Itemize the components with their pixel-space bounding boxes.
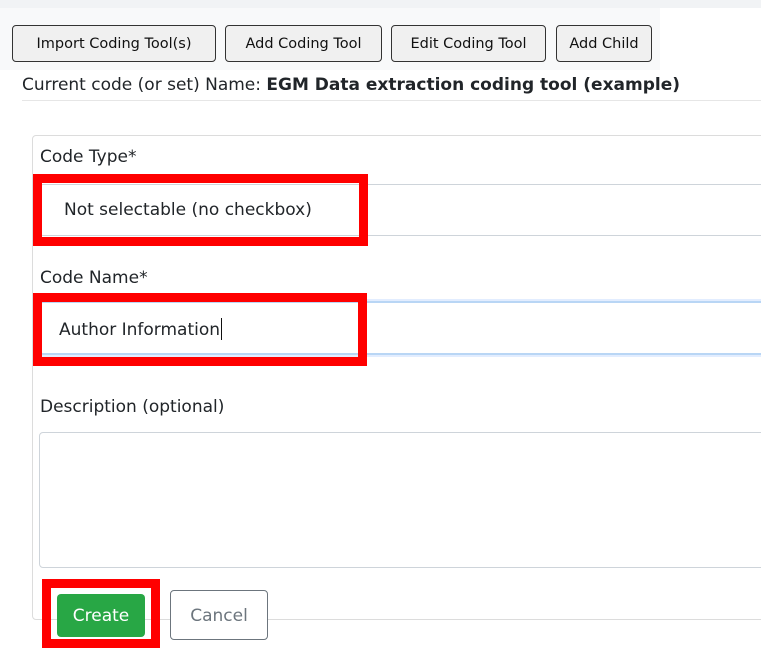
description-label: Description (optional) [40,397,225,417]
code-type-label: Code Type* [40,147,137,167]
edit-coding-tool-button[interactable]: Edit Coding Tool [391,25,546,62]
current-code-prefix: Current code (or set) Name: [22,75,267,95]
current-code-heading: Current code (or set) Name: EGM Data ext… [22,75,680,95]
import-coding-tools-button[interactable]: Import Coding Tool(s) [12,25,216,62]
add-coding-tool-button[interactable]: Add Coding Tool [225,25,382,62]
code-name-value: Author Information [59,320,221,340]
text-caret [221,317,223,340]
cancel-button[interactable]: Cancel [170,590,268,640]
code-type-select[interactable]: Not selectable (no checkbox) [39,184,761,236]
description-textarea[interactable] [39,432,761,568]
divider [22,100,761,101]
code-name-input[interactable]: Author Information [39,301,761,355]
create-button[interactable]: Create [57,594,145,637]
code-name-label: Code Name* [40,268,148,288]
add-child-button[interactable]: Add Child [556,25,652,62]
toolbar: Import Coding Tool(s) Add Coding Tool Ed… [0,8,761,70]
current-code-name: EGM Data extraction coding tool (example… [266,75,681,95]
